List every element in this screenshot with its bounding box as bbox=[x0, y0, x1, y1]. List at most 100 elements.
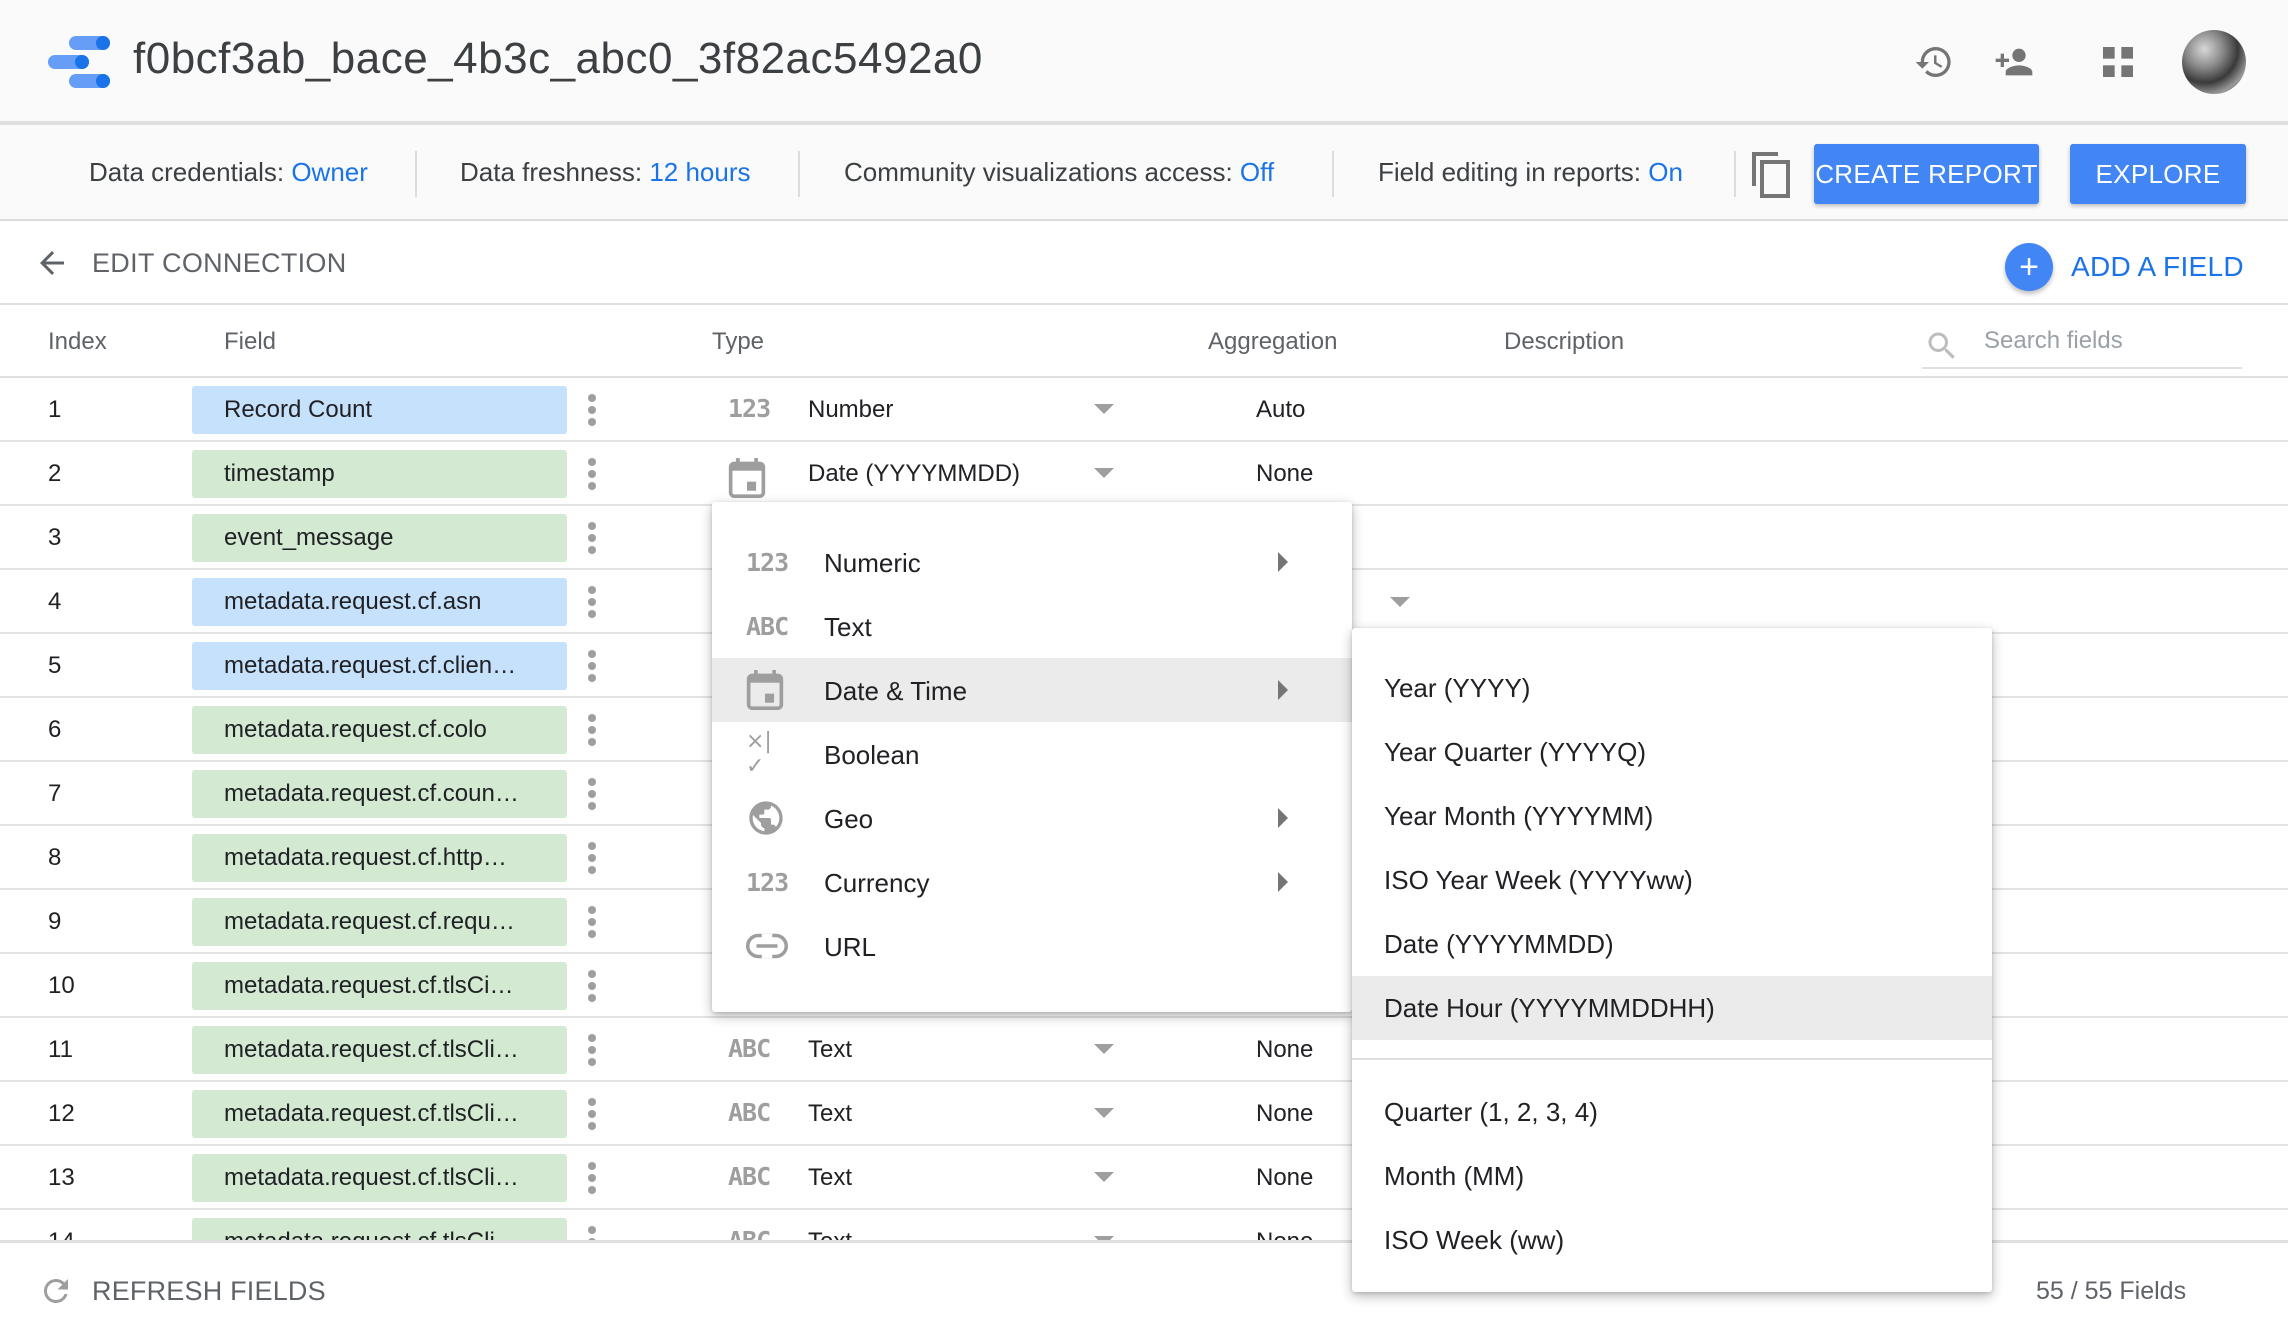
type-menu-item-label: Boolean bbox=[824, 740, 920, 770]
field-name-chip[interactable]: metadata.request.cf.clien… bbox=[192, 642, 567, 690]
type-menu-item-text[interactable]: ABC Text bbox=[712, 594, 1352, 658]
field-index: 12 bbox=[48, 1100, 75, 1127]
field-aggregation-value[interactable]: None bbox=[1256, 1228, 1313, 1240]
type-menu-item-currency[interactable]: 123 Currency bbox=[712, 850, 1352, 914]
field-name-chip[interactable]: metadata.request.cf.asn bbox=[192, 578, 567, 626]
date-format-option[interactable]: Year Quarter (YYYYQ) bbox=[1352, 720, 1992, 784]
field-aggregation-value[interactable]: None bbox=[1256, 1164, 1313, 1192]
search-fields-box[interactable] bbox=[1922, 315, 2242, 369]
type-menu-item-numeric[interactable]: 123 Numeric bbox=[712, 530, 1352, 594]
community-visualizations-value[interactable]: Off bbox=[1240, 157, 1274, 187]
column-header-description[interactable]: Description bbox=[1504, 328, 1624, 356]
field-aggregation-value[interactable]: None bbox=[1256, 1100, 1313, 1128]
field-name-chip[interactable]: metadata.request.cf.requ… bbox=[192, 898, 567, 946]
field-more-options-icon[interactable] bbox=[584, 584, 600, 620]
field-type-value[interactable]: Text bbox=[808, 1228, 852, 1240]
refresh-fields-button[interactable]: REFRESH FIELDS bbox=[38, 1273, 326, 1309]
submenu-arrow-icon bbox=[1278, 552, 1288, 572]
field-name-chip[interactable]: metadata.request.cf.http… bbox=[192, 834, 567, 882]
version-history-icon[interactable] bbox=[1914, 42, 1954, 82]
field-type-value[interactable]: Number bbox=[808, 396, 893, 424]
field-type-value[interactable]: Date (YYYYMMDD) bbox=[808, 460, 1020, 488]
data-source-title[interactable]: f0bcf3ab_bace_4b3c_abc0_3f82ac5492a0 bbox=[133, 34, 983, 84]
field-name-chip[interactable]: metadata.request.cf.tlsCli… bbox=[192, 1218, 567, 1240]
field-type-value[interactable]: Text bbox=[808, 1036, 852, 1064]
explore-button[interactable]: EXPLORE bbox=[2070, 144, 2246, 204]
aggregation-dropdown-caret-icon[interactable] bbox=[1390, 597, 1410, 607]
column-header-field[interactable]: Field bbox=[224, 328, 276, 356]
type-dropdown-caret-icon[interactable] bbox=[1094, 1108, 1114, 1118]
type-dropdown-caret-icon[interactable] bbox=[1094, 404, 1114, 414]
field-editing-value[interactable]: On bbox=[1648, 157, 1683, 187]
search-fields-input[interactable] bbox=[1984, 323, 2234, 359]
share-add-person-icon[interactable] bbox=[1994, 42, 2034, 82]
column-header-aggregation[interactable]: Aggregation bbox=[1208, 328, 1337, 356]
field-more-options-icon[interactable] bbox=[584, 392, 600, 428]
data-credentials-value[interactable]: Owner bbox=[291, 157, 368, 187]
type-menu-item-url[interactable]: URL bbox=[712, 914, 1352, 978]
field-editing-setting[interactable]: Field editing in reports: On bbox=[1378, 157, 1683, 188]
type-dropdown-caret-icon[interactable] bbox=[1094, 1044, 1114, 1054]
field-index: 3 bbox=[48, 524, 62, 551]
type-menu-item-date-time[interactable]: Date & Time bbox=[712, 658, 1352, 722]
field-more-options-icon[interactable] bbox=[584, 648, 600, 684]
field-name-chip[interactable]: metadata.request.cf.tlsCli… bbox=[192, 1090, 567, 1138]
date-format-option[interactable]: Date Hour (YYYYMMDDHH) bbox=[1352, 976, 1992, 1040]
date-format-option[interactable]: Date (YYYYMMDD) bbox=[1352, 912, 1992, 976]
edit-connection-link[interactable]: EDIT CONNECTION bbox=[92, 248, 347, 279]
type-dropdown-caret-icon[interactable] bbox=[1094, 1172, 1114, 1182]
date-format-option[interactable]: Month (MM) bbox=[1352, 1144, 1992, 1208]
community-visualizations-setting[interactable]: Community visualizations access: Off bbox=[844, 157, 1274, 188]
field-index: 1 bbox=[48, 396, 62, 423]
field-type-value[interactable]: Text bbox=[808, 1164, 852, 1192]
field-more-options-icon[interactable] bbox=[584, 1032, 600, 1068]
submenu-arrow-icon bbox=[1278, 872, 1288, 892]
copy-data-source-icon[interactable] bbox=[1752, 152, 1792, 198]
field-name-chip[interactable]: Record Count bbox=[192, 386, 567, 434]
field-name-chip[interactable]: metadata.request.cf.tlsCli… bbox=[192, 1154, 567, 1202]
date-format-option-label: Year (YYYY) bbox=[1384, 673, 1531, 703]
field-more-options-icon[interactable] bbox=[584, 520, 600, 556]
create-report-button[interactable]: CREATE REPORT bbox=[1814, 144, 2039, 204]
add-a-field-button[interactable]: + ADD A FIELD bbox=[2005, 243, 2244, 291]
back-arrow-icon[interactable] bbox=[34, 245, 70, 281]
field-more-options-icon[interactable] bbox=[584, 456, 600, 492]
data-freshness-setting[interactable]: Data freshness: 12 hours bbox=[460, 157, 751, 188]
field-more-options-icon[interactable] bbox=[584, 1224, 600, 1240]
edit-connection-bar: EDIT CONNECTION + ADD A FIELD bbox=[0, 221, 2288, 305]
type-dropdown-caret-icon[interactable] bbox=[1094, 468, 1114, 478]
date-format-option[interactable]: Quarter (1, 2, 3, 4) bbox=[1352, 1080, 1992, 1144]
column-header-index[interactable]: Index bbox=[48, 328, 107, 356]
type-menu-item-boolean[interactable]: ×|✓ Boolean bbox=[712, 722, 1352, 786]
data-credentials-setting[interactable]: Data credentials: Owner bbox=[89, 157, 368, 188]
field-name-chip[interactable]: metadata.request.cf.colo bbox=[192, 706, 567, 754]
field-type-value[interactable]: Text bbox=[808, 1100, 852, 1128]
field-index: 11 bbox=[48, 1036, 73, 1063]
field-name-chip[interactable]: event_message bbox=[192, 514, 567, 562]
field-more-options-icon[interactable] bbox=[584, 968, 600, 1004]
field-more-options-icon[interactable] bbox=[584, 712, 600, 748]
field-name-chip[interactable]: metadata.request.cf.tlsCi… bbox=[192, 962, 567, 1010]
field-more-options-icon[interactable] bbox=[584, 840, 600, 876]
date-format-option[interactable]: Year (YYYY) bbox=[1352, 656, 1992, 720]
field-aggregation-value[interactable]: None bbox=[1256, 460, 1313, 488]
field-more-options-icon[interactable] bbox=[584, 1160, 600, 1196]
calendar-icon bbox=[746, 670, 790, 710]
column-header-type[interactable]: Type bbox=[712, 328, 764, 356]
field-aggregation-value[interactable]: Auto bbox=[1256, 396, 1305, 424]
field-more-options-icon[interactable] bbox=[584, 1096, 600, 1132]
date-format-option[interactable]: ISO Year Week (YYYYww) bbox=[1352, 848, 1992, 912]
apps-grid-icon[interactable] bbox=[2098, 42, 2138, 82]
field-more-options-icon[interactable] bbox=[584, 904, 600, 940]
field-name-chip[interactable]: metadata.request.cf.tlsCli… bbox=[192, 1026, 567, 1074]
date-format-option[interactable]: ISO Week (ww) bbox=[1352, 1208, 1992, 1272]
date-format-option[interactable]: Month Day (MMDD) bbox=[1352, 1272, 1992, 1292]
field-aggregation-value[interactable]: None bbox=[1256, 1036, 1313, 1064]
field-name-chip[interactable]: metadata.request.cf.coun… bbox=[192, 770, 567, 818]
field-more-options-icon[interactable] bbox=[584, 776, 600, 812]
field-name-chip[interactable]: timestamp bbox=[192, 450, 567, 498]
date-format-option[interactable]: Year Month (YYYYMM) bbox=[1352, 784, 1992, 848]
type-menu-item-geo[interactable]: Geo bbox=[712, 786, 1352, 850]
user-avatar[interactable] bbox=[2182, 30, 2246, 94]
data-freshness-value[interactable]: 12 hours bbox=[649, 157, 750, 187]
